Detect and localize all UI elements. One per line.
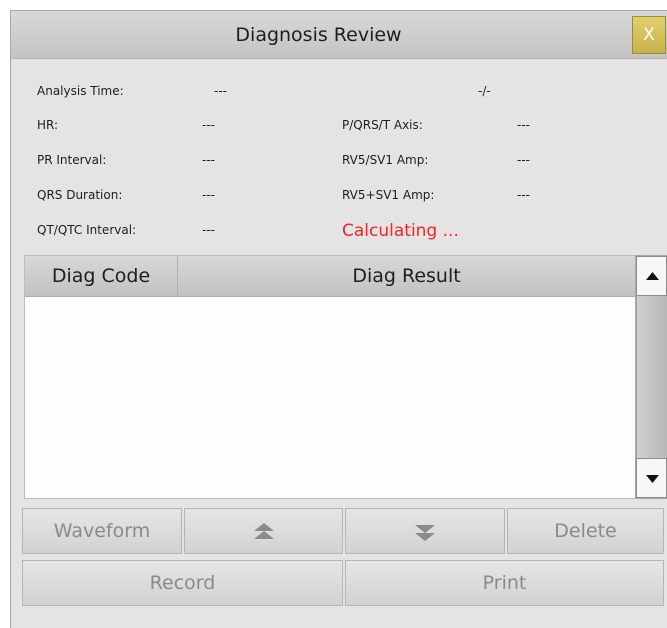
hr-label: HR: [37,118,59,132]
pr-interval-label: PR Interval: [37,153,107,167]
delete-button[interactable]: Delete [507,508,664,554]
print-button[interactable]: Print [345,560,664,606]
triangle-up-icon [646,272,659,280]
title-bar: Diagnosis Review X [11,11,667,59]
diagnosis-table-body[interactable] [25,297,635,498]
page-down-button[interactable] [345,508,505,554]
scroll-up-button[interactable] [636,256,667,296]
record-button[interactable]: Record [22,560,343,606]
rv5-plus-sv1-amp-value: --- [517,188,530,202]
triangle-down-icon [646,475,659,483]
diagnosis-review-dialog: Diagnosis Review X Analysis Time: --- -/… [10,10,667,628]
analysis-time-label: Analysis Time: [37,84,124,98]
column-header-diag-code[interactable]: Diag Code [25,256,178,297]
table-scrollbar[interactable] [635,255,667,499]
waveform-button[interactable]: Waveform [22,508,182,554]
scroll-thumb[interactable] [636,296,667,458]
scroll-down-button[interactable] [636,458,667,498]
pqrst-axis-label: P/QRS/T Axis: [342,118,423,132]
qt-qtc-interval-value: --- [202,223,215,237]
close-button[interactable]: X [632,16,666,54]
pqrst-axis-value: --- [517,118,530,132]
pr-interval-value: --- [202,153,215,167]
double-chevron-up-icon [253,522,274,539]
analysis-time-extra: -/- [478,84,491,98]
dialog-title: Diagnosis Review [235,24,402,46]
column-header-diag-result[interactable]: Diag Result [178,256,635,297]
rv5-sv1-amp-value: --- [517,153,530,167]
page-up-button[interactable] [184,508,343,554]
hr-value: --- [202,118,215,132]
rv5-sv1-amp-label: RV5/SV1 Amp: [342,153,429,167]
qrs-duration-label: QRS Duration: [37,188,123,202]
analysis-time-value: --- [214,84,227,98]
calculating-status: Calculating ... [342,221,459,241]
qrs-duration-value: --- [202,188,215,202]
rv5-plus-sv1-amp-label: RV5+SV1 Amp: [342,188,435,202]
qt-qtc-interval-label: QT/QTC Interval: [37,223,137,237]
double-chevron-down-icon [415,524,435,541]
diagnosis-table: Diag Code Diag Result [24,255,636,499]
